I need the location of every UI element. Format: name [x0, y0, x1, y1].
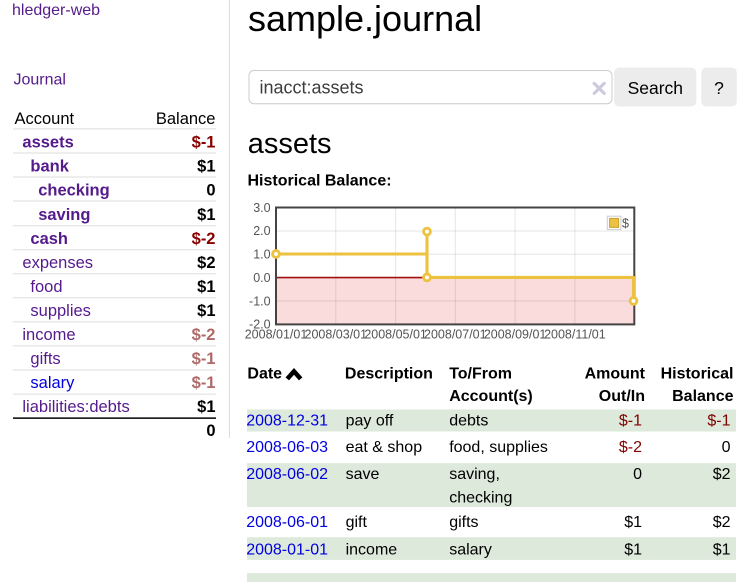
svg-text:$-1: $-1 — [707, 412, 730, 429]
svg-text:$-2: $-2 — [192, 326, 216, 344]
svg-text:$: $ — [622, 217, 629, 231]
svg-text:To/From: To/From — [449, 366, 512, 383]
svg-text:0: 0 — [206, 182, 215, 200]
svg-text:Journal: Journal — [14, 72, 66, 89]
svg-text:$2: $2 — [713, 514, 731, 531]
svg-text:2.0: 2.0 — [253, 224, 270, 238]
svg-text:food, supplies: food, supplies — [449, 439, 548, 456]
svg-text:0: 0 — [722, 439, 731, 456]
svg-text:?: ? — [714, 78, 724, 98]
svg-text:gifts: gifts — [449, 514, 478, 531]
svg-text:1.0: 1.0 — [253, 248, 270, 262]
svg-text:$1: $1 — [624, 514, 642, 531]
svg-text:hledger-web: hledger-web — [12, 2, 100, 19]
svg-text:sample.journal: sample.journal — [248, 0, 482, 39]
svg-text:liabilities:debts: liabilities:debts — [22, 398, 129, 416]
svg-text:Search: Search — [628, 78, 683, 98]
svg-text:checking: checking — [449, 489, 512, 506]
svg-text:$-1: $-1 — [192, 350, 216, 368]
svg-text:2008-12-31: 2008-12-31 — [246, 412, 328, 429]
svg-text:saving: saving — [38, 206, 90, 224]
svg-text:$1: $1 — [197, 206, 215, 224]
svg-text:assets: assets — [248, 128, 332, 160]
svg-text:Description: Description — [345, 366, 433, 383]
svg-text:2008-06-02: 2008-06-02 — [246, 466, 328, 483]
svg-text:Account: Account — [15, 110, 75, 128]
svg-text:gifts: gifts — [30, 350, 60, 368]
svg-text:$-1: $-1 — [192, 134, 216, 152]
svg-text:$-2: $-2 — [192, 230, 216, 248]
svg-text:gift: gift — [346, 514, 368, 531]
svg-text:inacct:assets: inacct:assets — [260, 78, 364, 98]
svg-text:0.0: 0.0 — [253, 271, 270, 285]
svg-text:cash: cash — [30, 230, 68, 248]
svg-text:$2: $2 — [713, 466, 731, 483]
svg-text:checking: checking — [38, 182, 110, 200]
svg-text:Date: Date — [247, 366, 282, 383]
svg-text:$2: $2 — [197, 254, 215, 272]
svg-text:3.0: 3.0 — [253, 201, 270, 215]
svg-text:salary: salary — [449, 542, 492, 559]
svg-text:$-1: $-1 — [619, 412, 642, 429]
svg-text:0: 0 — [633, 466, 642, 483]
svg-text:food: food — [30, 278, 62, 296]
svg-text:Balance: Balance — [672, 388, 733, 405]
svg-text:income: income — [22, 326, 75, 344]
svg-text:saving,: saving, — [449, 466, 500, 483]
svg-text:income: income — [346, 542, 398, 559]
svg-text:$1: $1 — [713, 542, 731, 559]
svg-text:$1: $1 — [197, 158, 215, 176]
svg-text:$-2: $-2 — [619, 439, 642, 456]
svg-text:2008/03/01: 2008/03/01 — [305, 327, 368, 341]
svg-text:-1.0: -1.0 — [249, 294, 271, 308]
svg-text:$1: $1 — [624, 542, 642, 559]
svg-text:expenses: expenses — [22, 254, 93, 272]
svg-text:Amount: Amount — [585, 366, 646, 383]
svg-text:Account(s): Account(s) — [449, 388, 533, 405]
svg-text:2008/01/01: 2008/01/01 — [245, 327, 308, 341]
svg-text:pay off: pay off — [346, 412, 394, 429]
svg-text:2008/09/01: 2008/09/01 — [484, 327, 547, 341]
svg-text:2008-01-01: 2008-01-01 — [246, 542, 328, 559]
svg-text:$1: $1 — [197, 398, 215, 416]
svg-text:debts: debts — [449, 412, 488, 429]
svg-text:bank: bank — [30, 158, 69, 176]
svg-text:$1: $1 — [197, 278, 215, 296]
svg-text:0: 0 — [206, 422, 215, 440]
svg-text:salary: salary — [30, 374, 75, 392]
svg-text:2008/05/01: 2008/05/01 — [364, 327, 427, 341]
svg-text:eat & shop: eat & shop — [346, 439, 423, 456]
svg-text:$-1: $-1 — [192, 374, 216, 392]
svg-text:Historical: Historical — [661, 366, 734, 383]
svg-text:Out/In: Out/In — [599, 388, 645, 405]
svg-text:supplies: supplies — [30, 302, 91, 320]
svg-text:assets: assets — [22, 134, 73, 152]
svg-text:2008-06-03: 2008-06-03 — [246, 439, 328, 456]
svg-text:save: save — [346, 466, 380, 483]
svg-text:2008/07/01: 2008/07/01 — [424, 327, 487, 341]
svg-text:Balance: Balance — [156, 110, 216, 128]
svg-text:$1: $1 — [197, 302, 215, 320]
svg-text:2008-06-01: 2008-06-01 — [246, 514, 328, 531]
svg-text:2008/11/01: 2008/11/01 — [544, 327, 606, 341]
svg-text:Historical Balance:: Historical Balance: — [248, 172, 392, 189]
